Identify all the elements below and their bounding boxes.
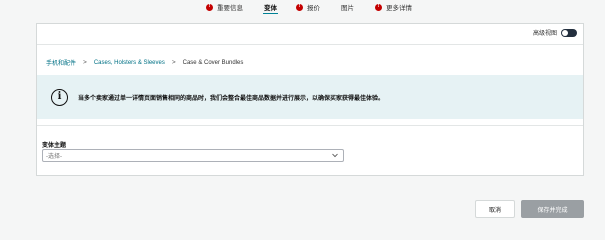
divider xyxy=(37,44,583,45)
tab-variations[interactable]: 变体 xyxy=(263,2,278,14)
select-placeholder: -选择- xyxy=(46,154,62,160)
advanced-view-control: 高级视图 xyxy=(533,28,577,37)
tab-label: 图片 xyxy=(341,5,354,12)
chevron-down-icon xyxy=(332,153,338,158)
breadcrumb: 手机和配件 > Cases, Holsters & Sleeves > Case… xyxy=(46,58,243,67)
error-icon: ! xyxy=(206,3,213,11)
cancel-button[interactable]: 取消 xyxy=(475,200,515,218)
advanced-view-label: 高级视图 xyxy=(532,31,557,37)
error-icon: ! xyxy=(296,3,303,11)
variation-form-card: 高级视图 手机和配件 > Cases, Holsters & Sleeves >… xyxy=(36,23,584,176)
tab-navigation: ! 重要信息 变体 ! 报价 图片 ! 更多详情 xyxy=(0,0,605,14)
variation-theme-label: 变体主题 xyxy=(42,143,67,149)
info-icon: i xyxy=(51,88,68,106)
divider xyxy=(37,125,583,126)
breadcrumb-separator: > xyxy=(83,59,87,66)
tab-label: 报价 xyxy=(307,5,320,12)
tab-label: 更多详情 xyxy=(386,5,412,12)
error-icon: ! xyxy=(375,3,382,11)
tab-offer[interactable]: ! 报价 xyxy=(296,2,320,12)
info-alert: i 当多个卖家通过单一详情页面销售相同的商品时，我们会整合最佳商品数据并进行展示… xyxy=(37,75,583,119)
breadcrumb-item-current: Case & Cover Bundles xyxy=(182,59,244,66)
tab-label: 重要信息 xyxy=(217,5,243,12)
breadcrumb-item-phones-accessories[interactable]: 手机和配件 xyxy=(46,58,76,67)
breadcrumb-item-cases[interactable]: Cases, Holsters & Sleeves xyxy=(94,60,165,66)
tab-label: 变体 xyxy=(264,5,277,12)
save-and-finish-button[interactable]: 保存并完成 xyxy=(521,200,584,218)
advanced-view-toggle[interactable] xyxy=(561,28,577,37)
breadcrumb-separator: > xyxy=(171,59,176,66)
variation-theme-select[interactable]: -选择- xyxy=(42,149,344,162)
tab-vital-info[interactable]: ! 重要信息 xyxy=(206,2,243,12)
tab-more-details[interactable]: ! 更多详情 xyxy=(375,2,412,12)
tab-images[interactable]: 图片 xyxy=(341,2,354,12)
toggle-knob xyxy=(562,29,568,36)
alert-message: 当多个卖家通过单一详情页面销售相同的商品时，我们会整合最佳商品数据并进行展示，以… xyxy=(78,95,385,102)
